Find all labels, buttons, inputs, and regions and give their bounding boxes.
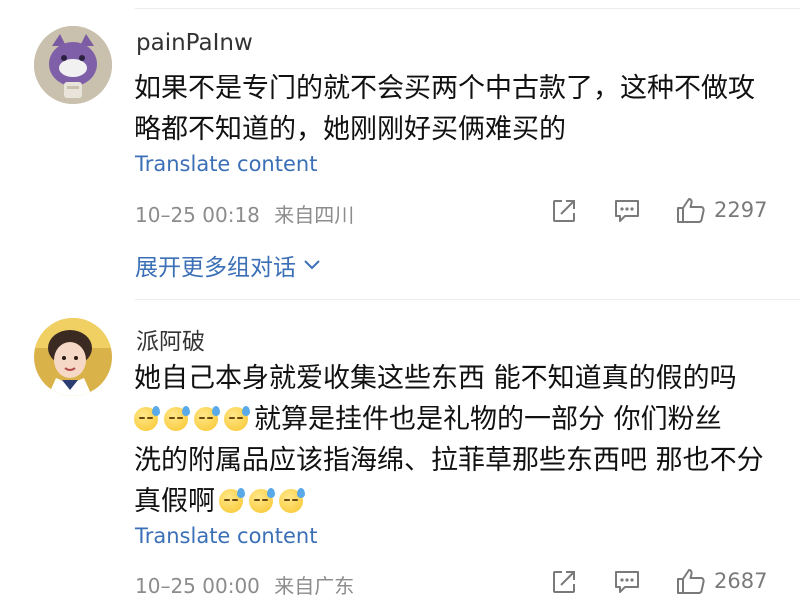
child-photo-avatar: [34, 318, 112, 396]
share-icon: [553, 571, 575, 593]
comment-line: 她自己本身就爱收集这些东西 能不知道真的假的吗: [134, 363, 737, 394]
like-button[interactable]: 2297: [676, 196, 767, 224]
thumbs-up-icon: [677, 198, 705, 223]
sweat-emoji-icon: [194, 406, 220, 431]
comment-line: 洗的附属品应该指海绵、拉菲草那些东西吧 那也不分: [134, 445, 764, 476]
comment-icon: [615, 200, 639, 222]
expand-label: 展开更多组对话: [135, 255, 296, 281]
username[interactable]: 派阿破: [136, 322, 205, 356]
share-button[interactable]: [551, 569, 577, 595]
chevron-down-icon: [304, 260, 320, 270]
timestamp: 10–25 00:18: [135, 203, 260, 227]
comment-1: painPaInw 如果不是专门的就不会买两个中古款了，这种不做攻略都不知道的，…: [0, 0, 800, 300]
comment-icon: [615, 571, 639, 593]
thumbs-up-icon: [677, 569, 705, 594]
purple-cartoon-avatar: [34, 26, 112, 104]
like-count: 2687: [714, 569, 768, 593]
sweat-emoji-icon: [134, 406, 160, 431]
comment-meta: 10–25 00:00 来自广东: [135, 570, 354, 599]
expand-conversation-link[interactable]: 展开更多组对话: [135, 248, 320, 282]
like-button[interactable]: 2687: [676, 567, 767, 595]
reply-button[interactable]: [613, 569, 641, 595]
comment-line-text: 真假啊: [134, 486, 215, 517]
sweat-emoji-icon: [279, 488, 305, 513]
translate-link[interactable]: Translate content: [135, 152, 317, 176]
sweat-emoji-icon: [164, 406, 190, 431]
sweat-emoji-icon: [249, 488, 275, 513]
reply-button[interactable]: [613, 198, 641, 224]
username[interactable]: painPaInw: [136, 30, 253, 56]
location: 来自四川: [274, 203, 355, 227]
timestamp: 10–25 00:00: [135, 574, 260, 598]
share-icon: [553, 200, 575, 222]
location: 来自广东: [274, 574, 355, 598]
comment-meta: 10–25 00:18 来自四川: [135, 199, 354, 228]
comment-text: 如果不是专门的就不会买两个中古款了，这种不做攻略都不知道的，她刚刚好买俩难买的: [134, 73, 755, 145]
comment-line-text: 就算是挂件也是礼物的一部分 你们粉丝: [254, 404, 722, 435]
comment-line: 真假啊: [134, 481, 774, 522]
translate-link[interactable]: Translate content: [135, 524, 317, 548]
comment-text: 她自己本身就爱收集这些东西 能不知道真的假的吗 就算是挂件也是礼物的一部分 你们…: [134, 358, 774, 522]
comment-2: 派阿破 她自己本身就爱收集这些东西 能不知道真的假的吗 就算是挂件也是礼物的一部…: [0, 300, 800, 613]
avatar[interactable]: [34, 26, 112, 104]
sweat-emoji-icon: [219, 488, 245, 513]
like-count: 2297: [714, 198, 768, 222]
share-button[interactable]: [551, 198, 577, 224]
comment-line: 就算是挂件也是礼物的一部分 你们粉丝: [134, 399, 774, 440]
avatar[interactable]: [34, 318, 112, 396]
sweat-emoji-icon: [224, 406, 250, 431]
